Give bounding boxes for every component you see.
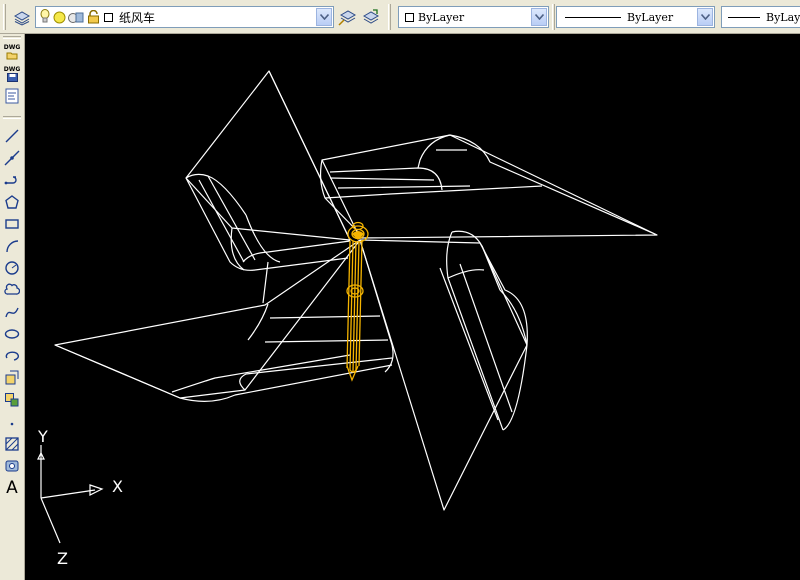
layer-dropdown-arrow[interactable] <box>316 8 332 26</box>
layer-color-swatch <box>104 12 113 22</box>
ucs-icon <box>37 445 104 544</box>
draw-toolbar: DWG DWG A <box>0 34 25 580</box>
object-properties-toolbar: 纸风车 ByLayer ByLayer ByLay <box>0 0 800 34</box>
color-control-value: ByLayer <box>418 10 465 24</box>
dwg-save-icon[interactable]: DWG <box>2 64 22 84</box>
current-layer-name: 纸风车 <box>119 10 156 25</box>
toolbar-divider <box>552 4 555 30</box>
toolbar-grip[interactable] <box>388 4 391 30</box>
layer-thaw-icon[interactable] <box>53 11 66 24</box>
polyline-tool-icon[interactable] <box>2 170 22 190</box>
lineweight-control-value: ByLaye <box>766 10 800 24</box>
lineweight-control-dropdown[interactable]: ByLaye <box>721 6 800 28</box>
construction-line-icon[interactable] <box>2 148 22 168</box>
layer-previous-icon[interactable] <box>360 6 382 28</box>
layer-viewport-freeze-icon[interactable] <box>68 11 84 24</box>
ucs-z-label: Z <box>57 549 68 568</box>
linetype-control-dropdown[interactable]: ByLayer <box>556 6 715 28</box>
insert-block-icon[interactable] <box>2 368 22 388</box>
spline-tool-icon[interactable] <box>2 302 22 322</box>
layer-lock-icon[interactable] <box>87 10 100 24</box>
multiline-text-icon[interactable]: A <box>2 478 22 498</box>
ellipse-arc-icon[interactable] <box>2 346 22 366</box>
ucs-y-label: Y <box>38 427 48 446</box>
pinwheel-pin-selected <box>346 221 369 382</box>
linetype-sample <box>565 16 621 18</box>
linetype-control-value: ByLayer <box>627 10 674 24</box>
hatch-tool-icon[interactable] <box>2 434 22 454</box>
layer-on-icon[interactable] <box>40 9 50 25</box>
line-tool-icon[interactable] <box>2 126 22 146</box>
drawing-area[interactable]: Y X Z <box>26 35 800 580</box>
make-block-icon[interactable] <box>2 390 22 410</box>
pinwheel-wireframe-model <box>37 70 658 544</box>
color-swatch <box>405 12 414 22</box>
text-tool-label: A <box>6 478 18 498</box>
toolbar-grip[interactable] <box>3 116 21 119</box>
dwg-open-icon[interactable]: DWG <box>2 42 22 62</box>
ellipse-tool-icon[interactable] <box>2 324 22 344</box>
toolbar-grip[interactable] <box>3 36 21 39</box>
page-setup-icon[interactable] <box>2 86 22 106</box>
make-object-layer-current-icon[interactable] <box>337 6 359 28</box>
lineweight-sample <box>728 16 760 18</box>
point-tool-icon[interactable] <box>2 412 22 432</box>
region-tool-icon[interactable] <box>2 456 22 476</box>
circle-tool-icon[interactable] <box>2 258 22 278</box>
rectangle-tool-icon[interactable] <box>2 214 22 234</box>
layer-dropdown[interactable]: 纸风车 <box>35 6 334 28</box>
color-dropdown-arrow[interactable] <box>531 8 547 26</box>
polygon-tool-icon[interactable] <box>2 192 22 212</box>
color-control-dropdown[interactable]: ByLayer <box>398 6 549 28</box>
linetype-dropdown-arrow[interactable] <box>697 8 713 26</box>
ucs-x-label: X <box>112 477 123 496</box>
arc-tool-icon[interactable] <box>2 236 22 256</box>
layer-manager-icon[interactable] <box>11 6 33 28</box>
toolbar-grip[interactable] <box>3 4 6 30</box>
revision-cloud-icon[interactable] <box>2 280 22 300</box>
